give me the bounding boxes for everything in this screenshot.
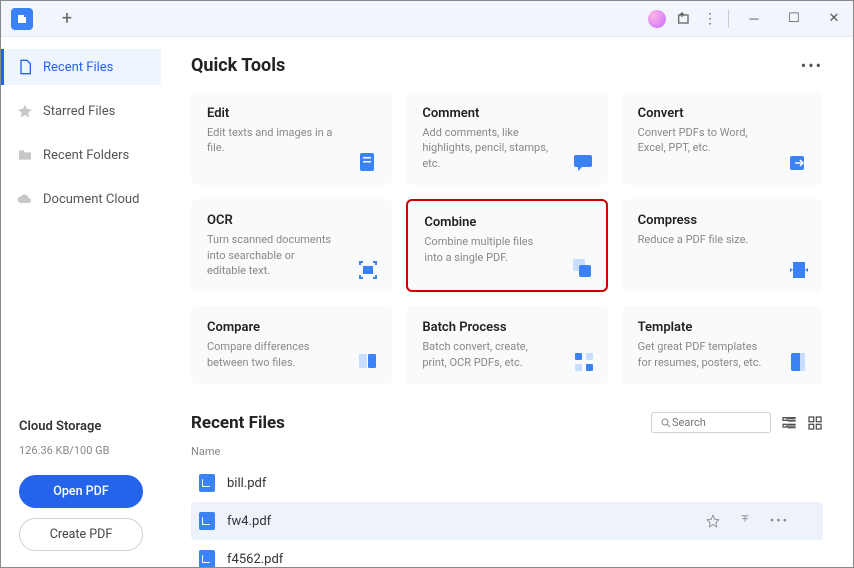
pdf-file-icon <box>199 512 215 530</box>
minimize-button[interactable]: ─ <box>739 4 769 34</box>
ocr-icon <box>356 258 380 282</box>
tool-desc: Batch convert, create, print, OCR PDFs, … <box>422 339 549 370</box>
star-icon <box>17 103 33 119</box>
sidebar-item-document-cloud[interactable]: Document Cloud <box>1 181 161 217</box>
pdf-file-icon <box>199 474 215 492</box>
tool-title: OCR <box>207 213 376 228</box>
tool-title: Compress <box>638 213 807 228</box>
sidebar-label: Document Cloud <box>43 192 139 207</box>
template-icon <box>787 350 811 374</box>
sidebar-item-starred-files[interactable]: Starred Files <box>1 93 161 129</box>
comment-icon <box>572 151 596 175</box>
sidebar: Recent Files Starred Files Recent Folder… <box>1 37 161 567</box>
tool-comment[interactable]: Comment Add comments, like highlights, p… <box>406 92 607 185</box>
tool-template[interactable]: Template Get great PDF templates for res… <box>622 306 823 384</box>
tool-compare[interactable]: Compare Compare differences between two … <box>191 306 392 384</box>
create-pdf-button[interactable]: Create PDF <box>19 518 143 551</box>
main-content: Quick Tools ••• Edit Edit texts and imag… <box>161 37 853 567</box>
pdf-file-icon <box>199 550 215 567</box>
tool-title: Template <box>638 320 807 335</box>
open-pdf-button[interactable]: Open PDF <box>19 475 143 508</box>
cloud-title: Cloud Storage <box>19 419 143 434</box>
sidebar-item-recent-folders[interactable]: Recent Folders <box>1 137 161 173</box>
sidebar-label: Recent Files <box>43 60 113 75</box>
compress-icon <box>787 258 811 282</box>
tool-title: Combine <box>424 215 589 230</box>
new-tab-button[interactable]: + <box>55 7 79 31</box>
list-view-icon[interactable] <box>781 415 797 431</box>
search-input[interactable] <box>672 416 762 429</box>
titlebar: + ⋮ ─ ☐ ✕ <box>1 1 853 37</box>
sidebar-label: Recent Folders <box>43 148 129 163</box>
cloud-storage-section: Cloud Storage 126.36 KB/100 GB Open PDF … <box>1 403 161 567</box>
tool-edit[interactable]: Edit Edit texts and images in a file. <box>191 92 392 185</box>
folder-icon <box>17 147 33 163</box>
tool-title: Batch Process <box>422 320 591 335</box>
profile-orb-icon[interactable] <box>648 10 666 28</box>
search-box[interactable] <box>651 412 771 433</box>
file-name: bill.pdf <box>227 476 266 491</box>
file-actions: ••• <box>706 514 815 529</box>
file-row[interactable]: fw4.pdf ••• <box>191 502 823 540</box>
tool-compress[interactable]: Compress Reduce a PDF file size. <box>622 199 823 292</box>
tool-title: Convert <box>638 106 807 121</box>
column-name: Name <box>191 445 823 458</box>
tool-title: Edit <box>207 106 376 121</box>
file-row[interactable]: bill.pdf <box>191 464 823 502</box>
tool-desc: Turn scanned documents into searchable o… <box>207 232 334 278</box>
convert-icon <box>787 151 811 175</box>
file-row[interactable]: f4562.pdf <box>191 540 823 567</box>
batch-icon <box>572 350 596 374</box>
tools-grid: Edit Edit texts and images in a file. Co… <box>191 92 823 384</box>
maximize-button[interactable]: ☐ <box>779 4 809 34</box>
recent-files-title: Recent Files <box>191 413 285 433</box>
tool-desc: Add comments, like highlights, pencil, s… <box>422 125 549 171</box>
more-options-icon[interactable]: ••• <box>801 56 823 75</box>
tool-title: Compare <box>207 320 376 335</box>
combine-icon <box>570 256 594 280</box>
tool-ocr[interactable]: OCR Turn scanned documents into searchab… <box>191 199 392 292</box>
tool-batch-process[interactable]: Batch Process Batch convert, create, pri… <box>406 306 607 384</box>
edit-icon <box>356 151 380 175</box>
pin-icon[interactable] <box>738 514 752 528</box>
search-icon <box>660 417 672 429</box>
cloud-icon <box>17 191 33 207</box>
quick-tools-title: Quick Tools <box>191 55 285 76</box>
tool-title: Comment <box>422 106 591 121</box>
tool-desc: Convert PDFs to Word, Excel, PPT, etc. <box>638 125 765 156</box>
sidebar-label: Starred Files <box>43 104 115 119</box>
tool-desc: Get great PDF templates for resumes, pos… <box>638 339 765 370</box>
tool-desc: Combine multiple files into a single PDF… <box>424 234 548 265</box>
share-icon[interactable] <box>676 11 692 27</box>
tool-desc: Reduce a PDF file size. <box>638 232 765 247</box>
app-logo-icon <box>11 8 33 30</box>
sidebar-item-recent-files[interactable]: Recent Files <box>1 49 161 85</box>
file-name: f4562.pdf <box>227 552 283 567</box>
star-outline-icon[interactable] <box>706 514 720 528</box>
cloud-usage: 126.36 KB/100 GB <box>19 444 143 457</box>
kebab-menu-icon[interactable]: ⋮ <box>702 11 718 27</box>
compare-icon <box>356 350 380 374</box>
tool-desc: Compare differences between two files. <box>207 339 334 370</box>
close-button[interactable]: ✕ <box>819 4 849 34</box>
file-more-icon[interactable]: ••• <box>770 514 789 529</box>
grid-view-icon[interactable] <box>807 415 823 431</box>
tool-convert[interactable]: Convert Convert PDFs to Word, Excel, PPT… <box>622 92 823 185</box>
tool-desc: Edit texts and images in a file. <box>207 125 334 156</box>
file-name: fw4.pdf <box>227 514 271 529</box>
tool-combine[interactable]: Combine Combine multiple files into a si… <box>406 199 607 292</box>
file-icon <box>17 59 33 75</box>
